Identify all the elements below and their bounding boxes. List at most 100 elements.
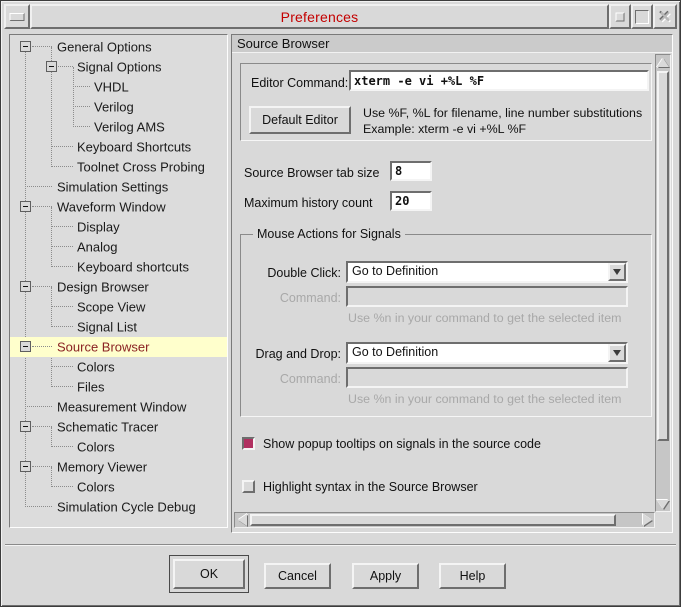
cancel-button[interactable]: Cancel	[264, 563, 331, 589]
tree-item-label: VHDL	[94, 80, 129, 95]
tree-item-label: General Options	[57, 40, 152, 55]
scroll-up-icon[interactable]	[656, 55, 670, 69]
default-editor-button[interactable]: Default Editor	[249, 106, 351, 134]
history-count-input[interactable]	[390, 191, 432, 211]
editor-command-input[interactable]	[349, 70, 649, 91]
horizontal-scrollbar[interactable]	[234, 512, 655, 528]
tree-item-simulation-settings[interactable]: Simulation Settings	[10, 177, 227, 197]
tree-item-label: Keyboard shortcuts	[77, 260, 189, 275]
drag-drop-hint: Use %n in your command to get the select…	[348, 392, 621, 406]
tree-item-vhdl[interactable]: VHDL	[10, 77, 227, 97]
tree-connector	[73, 126, 90, 127]
editor-command-label: Editor Command:	[251, 76, 348, 90]
tree-item-label: Memory Viewer	[57, 460, 147, 475]
tree-item-label: Design Browser	[57, 280, 149, 295]
tree-item-label: Schematic Tracer	[57, 420, 158, 435]
tree-item-label: Waveform Window	[57, 200, 166, 215]
tree-item-analog[interactable]: Analog	[10, 237, 227, 257]
editor-help-line2: Example: xterm -e vi +%L %F	[363, 122, 642, 138]
tree-item-label: Scope View	[77, 300, 145, 315]
window-menu-icon[interactable]	[4, 4, 30, 29]
maximize-icon[interactable]	[631, 4, 653, 29]
tree-connector	[51, 386, 73, 387]
expand-minus-icon[interactable]	[20, 341, 31, 352]
tree-item-design-browser[interactable]: Design Browser	[10, 277, 227, 297]
tree-item-scope-view[interactable]: Scope View	[10, 297, 227, 317]
vertical-scrollbar[interactable]	[655, 54, 671, 512]
tree-item-general-options[interactable]: General Options	[10, 37, 227, 57]
tree-item-label: Source Browser	[57, 340, 149, 355]
expand-minus-icon[interactable]	[20, 281, 31, 292]
expand-minus-icon[interactable]	[20, 41, 31, 52]
tree-item-schematic-tracer[interactable]: Schematic Tracer	[10, 417, 227, 437]
tree-item-toolnet-cross-probing[interactable]: Toolnet Cross Probing	[10, 157, 227, 177]
tree-connector	[25, 506, 52, 507]
tree-item-verilog-ams[interactable]: Verilog AMS	[10, 117, 227, 137]
tree-item-label: Verilog	[94, 100, 134, 115]
drag-drop-dropdown[interactable]: Go to Definition	[346, 342, 628, 364]
tree-item-files[interactable]: Files	[10, 377, 227, 397]
tree-connector	[32, 206, 52, 207]
scroll-down-icon[interactable]	[656, 497, 670, 511]
tree-item-source-browser[interactable]: Source Browser	[10, 337, 227, 357]
tree-connector	[51, 486, 73, 487]
tooltips-checkbox-label: Show popup tooltips on signals in the so…	[263, 437, 541, 451]
tree-connector	[51, 226, 73, 227]
drag-drop-command-label: Command:	[241, 372, 341, 386]
expand-minus-icon[interactable]	[20, 201, 31, 212]
tree-item-label: Keyboard Shortcuts	[77, 140, 191, 155]
mouse-actions-group: Mouse Actions for Signals Double Click: …	[240, 234, 652, 417]
tree-item-keyboard-shortcuts[interactable]: Keyboard shortcuts	[10, 257, 227, 277]
chevron-down-icon[interactable]	[608, 263, 626, 281]
tree-item-keyboard-shortcuts[interactable]: Keyboard Shortcuts	[10, 137, 227, 157]
tree-item-display[interactable]: Display	[10, 217, 227, 237]
title-bar: Preferences ✕	[4, 4, 677, 29]
chevron-down-icon[interactable]	[608, 344, 626, 362]
horizontal-scrollbar-thumb[interactable]	[250, 514, 616, 526]
double-click-dropdown[interactable]: Go to Definition	[346, 261, 628, 283]
minimize-icon[interactable]	[609, 4, 631, 29]
tree-item-label: Simulation Cycle Debug	[57, 500, 196, 515]
expand-minus-icon[interactable]	[46, 61, 57, 72]
highlight-syntax-checkbox[interactable]	[242, 480, 255, 493]
tree-item-colors[interactable]: Colors	[10, 357, 227, 377]
apply-button[interactable]: Apply	[352, 563, 419, 589]
tree-item-label: Verilog AMS	[94, 120, 165, 135]
tab-size-label: Source Browser tab size	[244, 166, 379, 180]
tree-item-colors[interactable]: Colors	[10, 437, 227, 457]
tree-item-label: Colors	[77, 440, 115, 455]
tree-item-measurement-window[interactable]: Measurement Window	[10, 397, 227, 417]
tab-size-input[interactable]	[390, 161, 432, 181]
tree-item-memory-viewer[interactable]: Memory Viewer	[10, 457, 227, 477]
tree-connector	[73, 106, 90, 107]
mouse-actions-title: Mouse Actions for Signals	[253, 227, 405, 241]
default-button-ring: OK	[169, 555, 249, 593]
tree-item-colors[interactable]: Colors	[10, 477, 227, 497]
help-button[interactable]: Help	[439, 563, 506, 589]
tree-item-simulation-cycle-debug[interactable]: Simulation Cycle Debug	[10, 497, 227, 517]
expand-minus-icon[interactable]	[20, 421, 31, 432]
scroll-left-icon[interactable]	[235, 513, 249, 527]
double-click-command-label: Command:	[241, 291, 341, 305]
preferences-tree: General Options Signal Options VHDL Verilog…	[10, 35, 227, 527]
ok-button[interactable]: OK	[173, 559, 245, 589]
tree-item-label: Simulation Settings	[57, 180, 168, 195]
footer-separator	[5, 544, 676, 546]
tree-item-signal-options[interactable]: Signal Options	[10, 57, 227, 77]
vertical-scrollbar-thumb[interactable]	[657, 71, 669, 441]
tree-item-label: Analog	[77, 240, 117, 255]
tree-connector	[51, 166, 73, 167]
tooltips-checkbox[interactable]	[242, 437, 255, 450]
highlight-syntax-checkbox-label: Highlight syntax in the Source Browser	[263, 480, 478, 494]
expand-minus-icon[interactable]	[20, 461, 31, 472]
tree-connector	[25, 406, 52, 407]
scroll-right-icon[interactable]	[640, 513, 654, 527]
editor-help-line1: Use %F, %L for filename, line number sub…	[363, 106, 642, 122]
drag-drop-command-input	[346, 367, 628, 388]
tree-item-waveform-window[interactable]: Waveform Window	[10, 197, 227, 217]
close-icon[interactable]: ✕	[653, 4, 677, 29]
settings-content: Editor Command: Default Editor Use %F, %…	[234, 55, 655, 512]
tree-item-verilog[interactable]: Verilog	[10, 97, 227, 117]
tree-item-signal-list[interactable]: Signal List	[10, 317, 227, 337]
tree-connector	[32, 46, 52, 47]
